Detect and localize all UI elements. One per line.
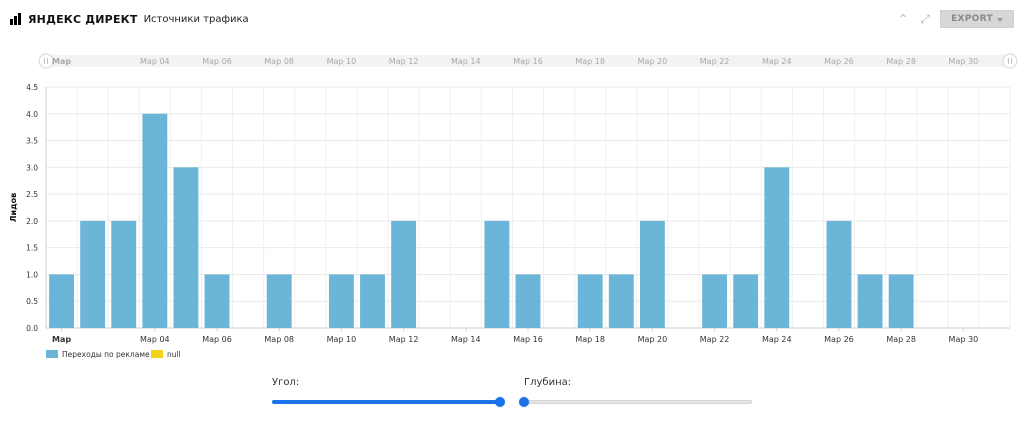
navigator-label: Мар 26 — [824, 57, 854, 66]
y-tick-label: 3.0 — [26, 163, 38, 172]
navigator-label: Мар 08 — [264, 57, 294, 66]
navigator-label: Мар 30 — [949, 57, 979, 66]
navigator-label: Мар 22 — [700, 57, 730, 66]
y-axis-label: Лидов — [9, 193, 18, 222]
depth-slider-track[interactable] — [524, 400, 752, 404]
x-tick-label: Мар 22 — [700, 335, 730, 344]
x-tick-label: Мар 08 — [264, 335, 294, 344]
y-tick-label: 1.0 — [26, 270, 38, 279]
legend-swatch[interactable] — [46, 350, 58, 358]
legend-swatch[interactable] — [151, 350, 163, 358]
chart-controls: Угол: Глубина: — [0, 376, 1024, 426]
bar-ad-traffic[interactable] — [826, 220, 852, 328]
x-tick-label: Мар 28 — [886, 335, 916, 344]
y-tick-label: 1.5 — [26, 244, 38, 253]
x-tick-label: Мар 26 — [824, 335, 854, 344]
bar-ad-traffic[interactable] — [142, 113, 168, 329]
app-root: ЯНДЕКС ДИРЕКТ Источники трафика ⌃ ⤢ EXPO… — [0, 0, 1024, 435]
x-tick-label: Мар 06 — [202, 335, 232, 344]
y-tick-label: 2.0 — [26, 217, 38, 226]
bar-ad-traffic[interactable] — [888, 274, 914, 328]
bar-ad-traffic[interactable] — [639, 220, 665, 328]
bar-ad-traffic[interactable] — [204, 274, 230, 328]
y-tick-label: 4.5 — [26, 83, 38, 92]
x-tick-label: Мар 18 — [575, 335, 605, 344]
chart-svg: Мар Мар 04 Мар 06 Мар 08 Мар 10 Мар 12 Мар 14 М… — [9, 53, 1018, 359]
bar-ad-traffic[interactable] — [577, 274, 603, 328]
navigator-label: Мар 16 — [513, 57, 543, 66]
depth-label: Глубина: — [524, 377, 572, 388]
navigator-label: Мар 12 — [389, 57, 419, 66]
angle-label: Угол: — [272, 377, 300, 388]
bar-ad-traffic[interactable] — [515, 274, 541, 328]
y-tick-label: 0.0 — [26, 324, 38, 333]
depth-slider-handle[interactable] — [519, 397, 529, 407]
bar-ad-traffic[interactable] — [80, 220, 106, 328]
angle-slider-handle[interactable] — [495, 397, 505, 407]
x-tick-label: Мар — [52, 335, 71, 344]
bar-ad-traffic[interactable] — [266, 274, 292, 328]
y-tick-label: 3.5 — [26, 137, 38, 146]
y-tick-label: 0.5 — [26, 297, 38, 306]
navigator-right-handle[interactable] — [1002, 53, 1018, 69]
bar-ad-traffic[interactable] — [49, 274, 74, 328]
x-tick-label: Мар 04 — [140, 335, 170, 344]
navigator-label: Мар — [52, 57, 71, 66]
bar-ad-traffic[interactable] — [111, 220, 137, 328]
bar-ad-traffic[interactable] — [173, 167, 199, 328]
x-tick-label: Мар 10 — [327, 335, 357, 344]
x-tick-label: Мар 14 — [451, 335, 481, 344]
x-tick-label: Мар 30 — [949, 335, 979, 344]
navigator-label: Мар 20 — [638, 57, 668, 66]
x-tick-label: Мар 12 — [389, 335, 419, 344]
x-tick-label: Мар 24 — [762, 335, 792, 344]
y-tick-label: 4.0 — [26, 110, 38, 119]
depth-slider[interactable] — [519, 397, 752, 407]
navigator-label: Мар 14 — [451, 57, 481, 66]
angle-slider-fill — [272, 400, 500, 404]
x-tick-label: Мар 20 — [638, 335, 668, 344]
bar-ad-traffic[interactable] — [857, 274, 883, 328]
bar-ad-traffic[interactable] — [391, 220, 417, 328]
navigator-label: Мар 04 — [140, 57, 170, 66]
bar-ad-traffic[interactable] — [764, 167, 790, 328]
navigator-left-handle[interactable] — [38, 53, 54, 69]
angle-control: Угол: — [272, 376, 505, 416]
bar-ad-traffic[interactable] — [484, 220, 510, 328]
legend-label[interactable]: null — [167, 350, 181, 359]
bar-ad-traffic[interactable] — [608, 274, 634, 328]
navigator-label: Мар 28 — [886, 57, 916, 66]
navigator-label: Мар 10 — [327, 57, 357, 66]
angle-slider[interactable] — [272, 397, 505, 407]
bar-ad-traffic[interactable] — [702, 274, 728, 328]
bar-ad-traffic[interactable] — [360, 274, 385, 328]
depth-control: Глубина: — [519, 376, 752, 416]
legend-label[interactable]: Переходы по рекламе — [62, 350, 150, 359]
x-tick-label: Мар 16 — [513, 335, 543, 344]
navigator-label: Мар 06 — [202, 57, 232, 66]
bar-ad-traffic[interactable] — [328, 274, 354, 328]
navigator-label: Мар 18 — [575, 57, 605, 66]
bar-ad-traffic[interactable] — [733, 274, 759, 328]
navigator-label: Мар 24 — [762, 57, 792, 66]
y-tick-label: 2.5 — [26, 190, 38, 199]
